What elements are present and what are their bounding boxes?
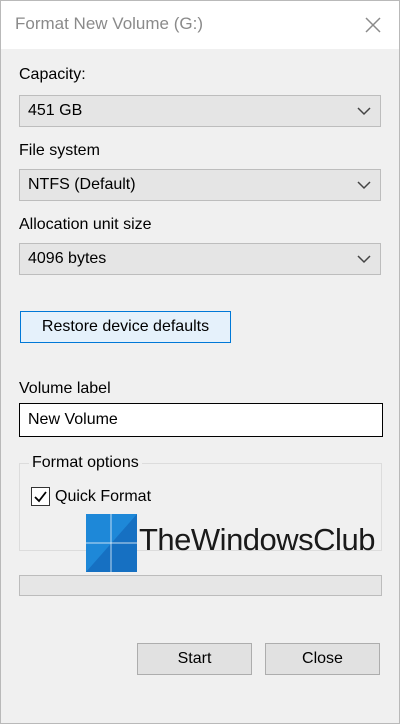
allocation-unit-label: Allocation unit size xyxy=(19,216,152,233)
capacity-label: Capacity: xyxy=(19,66,86,83)
window-title: Format New Volume (G:) xyxy=(15,14,203,33)
volume-label-label: Volume label xyxy=(19,380,111,397)
close-window-button[interactable] xyxy=(355,7,391,43)
format-options-title: Format options xyxy=(29,454,142,472)
title-bar: Format New Volume (G:) xyxy=(1,1,399,49)
file-system-label: File system xyxy=(19,142,100,159)
file-system-value: NTFS (Default) xyxy=(28,176,136,193)
watermark-text: TheWindowsClub xyxy=(139,522,375,557)
quick-format-label[interactable]: Quick Format xyxy=(55,488,151,506)
allocation-unit-value: 4096 bytes xyxy=(28,250,107,267)
start-button[interactable]: Start xyxy=(137,643,252,675)
capacity-select[interactable]: 451 GB xyxy=(19,95,381,127)
volume-label-value: New Volume xyxy=(28,411,118,428)
close-icon xyxy=(365,17,381,33)
format-dialog: Format New Volume (G:) Capacity: 451 GB … xyxy=(0,0,400,724)
close-button[interactable]: Close xyxy=(265,643,380,675)
restore-defaults-button[interactable]: Restore device defaults xyxy=(20,311,231,343)
quick-format-checkbox[interactable] xyxy=(31,487,50,506)
format-progress-bar xyxy=(19,575,382,596)
windows-club-logo xyxy=(86,514,137,572)
file-system-select[interactable]: NTFS (Default) xyxy=(19,169,381,201)
volume-label-input[interactable]: New Volume xyxy=(19,403,383,437)
chevron-down-icon xyxy=(357,107,371,116)
checkmark-icon xyxy=(34,491,47,503)
chevron-down-icon xyxy=(357,181,371,190)
chevron-down-icon xyxy=(357,255,371,264)
capacity-value: 451 GB xyxy=(28,102,83,119)
allocation-unit-select[interactable]: 4096 bytes xyxy=(19,243,381,275)
